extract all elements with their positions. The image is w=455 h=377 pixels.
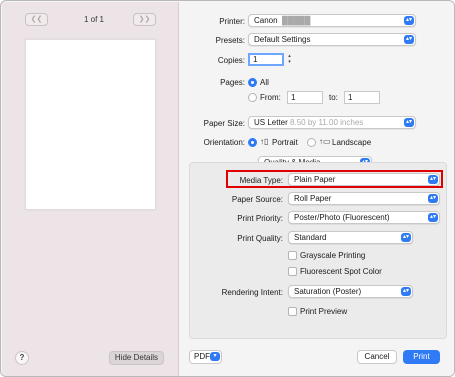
next-page-button[interactable]: ❯❯: [133, 13, 156, 26]
pdf-label: PDF: [194, 352, 210, 361]
paper-source-value: Roll Paper: [294, 194, 332, 203]
landscape-label: Landscape: [332, 138, 372, 147]
popup-arrows-icon: ▴▾: [401, 233, 411, 242]
rendering-intent-value: Saturation (Poster): [294, 287, 362, 296]
landscape-icon: ↑▭: [319, 137, 331, 146]
popup-arrows-icon: ▴▾: [404, 118, 414, 127]
print-preview-label: Print Preview: [300, 307, 348, 316]
to-page-field[interactable]: 1: [344, 91, 380, 104]
print-preview-checkbox[interactable]: [288, 307, 297, 316]
pdf-menu-button[interactable]: PDF ▾: [189, 350, 222, 364]
pages-all-radio[interactable]: [248, 78, 257, 87]
pages-to-label: to:: [329, 93, 338, 102]
preview-pane: ❮❮ 1 of 1 ❯❯ ? Hide Details: [2, 2, 179, 376]
portrait-icon: ↑▯: [260, 137, 269, 146]
grayscale-checkbox[interactable]: [288, 251, 297, 260]
media-type-highlight: [226, 170, 443, 188]
printer-label: Printer:: [219, 17, 245, 26]
paper-size-popup[interactable]: US Letter 8.50 by 11.00 inches ▴▾: [248, 116, 416, 129]
popup-arrows-icon: ▴▾: [401, 287, 411, 296]
pages-label: Pages:: [220, 78, 245, 87]
grayscale-label: Grayscale Printing: [300, 251, 366, 260]
hide-details-button[interactable]: Hide Details: [109, 351, 164, 365]
printer-popup[interactable]: Canon █████ ▴▾: [248, 14, 416, 27]
popup-arrows-icon: ▴▾: [404, 35, 414, 44]
cancel-button[interactable]: Cancel: [357, 350, 397, 364]
double-chevron-left-icon: ❮❮: [30, 16, 43, 23]
copies-field[interactable]: 1: [248, 53, 284, 66]
fluorescent-label: Fluorescent Spot Color: [300, 267, 382, 276]
print-priority-label: Print Priority:: [237, 214, 283, 223]
pages-all-label: All: [260, 78, 269, 87]
presets-value: Default Settings: [254, 35, 311, 44]
presets-label: Presets:: [215, 36, 245, 45]
print-priority-value: Poster/Photo (Fluorescent): [294, 213, 390, 222]
print-dialog: ❮❮ 1 of 1 ❯❯ ? Hide Details Printer: Can…: [0, 0, 455, 377]
page-count: 1 of 1: [83, 15, 104, 24]
quality-media-panel: Media Type: Plain Paper ▴▾ Paper Source:…: [189, 162, 447, 339]
paper-source-label: Paper Source:: [231, 195, 283, 204]
pages-range-radio[interactable]: [248, 93, 257, 102]
popup-arrows-icon: ▴▾: [428, 194, 438, 203]
settings-pane: Printer: Canon █████ ▴▾ Presets: Default…: [180, 2, 454, 376]
orientation-label: Orientation:: [203, 138, 245, 147]
print-priority-popup[interactable]: Poster/Photo (Fluorescent) ▴▾: [288, 211, 440, 224]
rendering-intent-popup[interactable]: Saturation (Poster) ▴▾: [288, 285, 413, 298]
print-quality-popup[interactable]: Standard ▴▾: [288, 231, 413, 244]
previous-page-button[interactable]: ❮❮: [25, 13, 48, 26]
printer-value: Canon: [254, 16, 278, 25]
pages-from-label: From:: [260, 93, 281, 102]
portrait-label: Portrait: [272, 138, 298, 147]
paper-size-dims: 8.50 by 11.00 inches: [290, 118, 364, 127]
popup-arrows-icon: ▴▾: [404, 16, 414, 25]
chevron-down-icon: ▾: [210, 352, 220, 361]
stepper-down-icon: ▾: [288, 59, 291, 65]
paper-source-popup[interactable]: Roll Paper ▴▾: [288, 192, 440, 205]
page-preview: [25, 39, 156, 210]
from-page-field[interactable]: 1: [287, 91, 323, 104]
copies-label: Copies:: [217, 56, 245, 65]
print-button[interactable]: Print: [403, 350, 440, 364]
double-chevron-right-icon: ❯❯: [138, 16, 151, 23]
paper-size-label: Paper Size:: [203, 119, 245, 128]
copies-stepper[interactable]: ▴ ▾: [286, 53, 293, 66]
printer-model-redacted: █████: [279, 16, 311, 25]
rendering-intent-label: Rendering Intent:: [221, 288, 283, 297]
popup-arrows-icon: ▴▾: [428, 213, 438, 222]
help-button[interactable]: ?: [15, 351, 29, 365]
print-quality-value: Standard: [294, 233, 327, 242]
presets-popup[interactable]: Default Settings ▴▾: [248, 33, 416, 46]
print-quality-label: Print Quality:: [237, 234, 283, 243]
portrait-radio[interactable]: [248, 138, 257, 147]
paper-size-value: US Letter: [254, 118, 288, 127]
landscape-radio[interactable]: [307, 138, 316, 147]
fluorescent-checkbox[interactable]: [288, 267, 297, 276]
